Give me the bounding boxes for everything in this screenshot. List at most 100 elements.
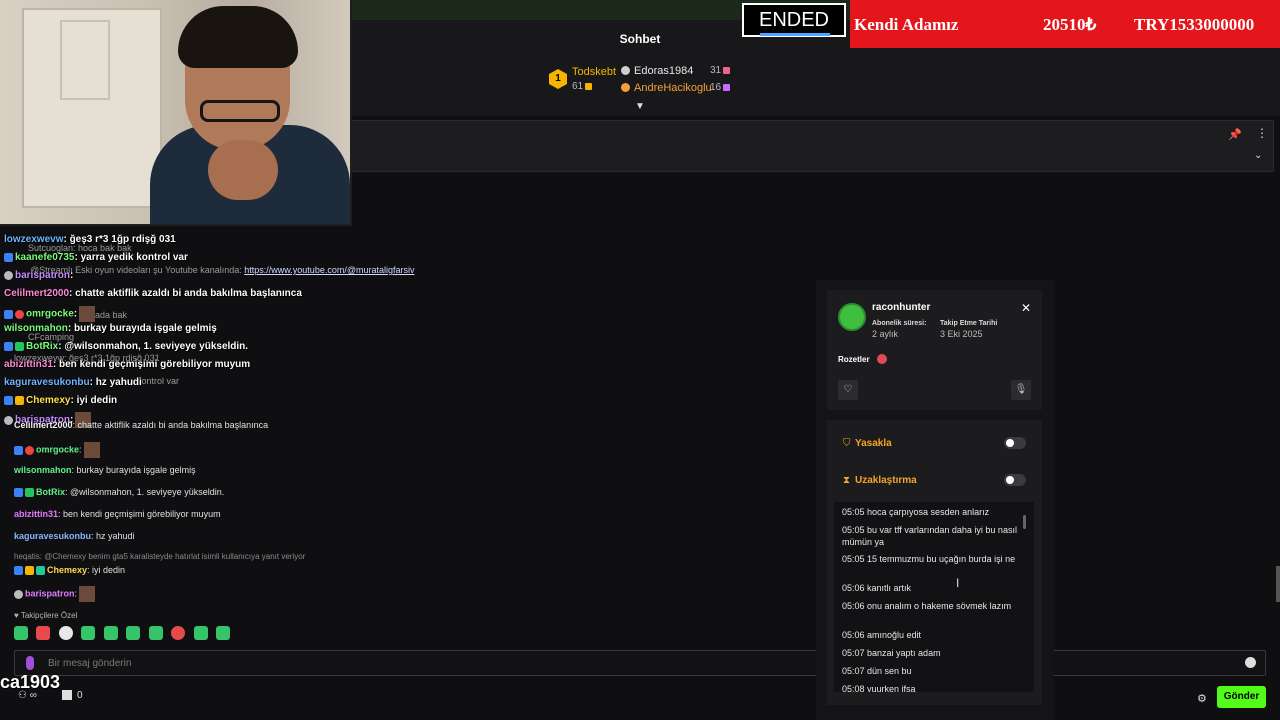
hourglass-icon: ⧗ (843, 475, 851, 486)
overlay-chat-line: abizittin31: ben kendi geçmişimi görebil… (4, 359, 250, 370)
users-icon[interactable]: ⚇ ∞ (18, 690, 37, 701)
overlay-chat-line: barispatron: (4, 270, 73, 281)
followers-only-text: Takipçilere Özel (20, 611, 78, 620)
crown-icon (25, 566, 34, 576)
heart-button[interactable]: ♡ (838, 380, 858, 400)
gift-icon (585, 82, 593, 90)
overlay-chat-line: BotRix: @wilsonmahon, 1. seviyeye yüksel… (4, 341, 248, 352)
username[interactable]: abizittin31 (14, 509, 58, 519)
emote-icon[interactable] (58, 626, 73, 640)
emote-icon (79, 586, 96, 602)
badge-icon (4, 415, 13, 425)
username[interactable]: BotRix (26, 341, 58, 352)
webcam-hand (208, 140, 278, 200)
history-scrollbar[interactable] (1023, 515, 1026, 529)
message-input[interactable] (14, 650, 1266, 676)
username[interactable]: omrgocke (26, 309, 74, 320)
username[interactable]: kaguravesukonbu (14, 531, 91, 541)
username[interactable]: abizittin31 (4, 359, 53, 370)
leader-third-name[interactable]: AndreHacikoglu (634, 82, 712, 94)
emote-icon[interactable] (103, 626, 118, 640)
followers-only-label: ♥ Takipçilere Özel (14, 611, 78, 620)
username[interactable]: BotRix (36, 487, 65, 497)
leader-second-name[interactable]: Edoras1984 (634, 65, 693, 77)
emote-icon[interactable] (193, 626, 208, 640)
gift-icon (723, 83, 731, 91)
send-button[interactable]: Gönder (1217, 686, 1266, 708)
ended-label: ENDED (742, 3, 846, 37)
emote-icon[interactable] (216, 626, 231, 640)
emoji-icon[interactable] (1245, 657, 1256, 668)
leader-first-name[interactable]: Todskebt (572, 66, 616, 78)
sword-icon (14, 488, 23, 498)
emote-bar (14, 626, 234, 642)
microphone-icon[interactable] (26, 656, 34, 670)
timeout-toggle[interactable] (1004, 474, 1026, 486)
page-scrollbar[interactable] (1276, 566, 1280, 602)
ban-toggle[interactable] (1004, 437, 1026, 449)
username[interactable]: barispatron (25, 588, 75, 598)
youtube-link[interactable]: https://www.youtube.com/@murataligfarsiv (244, 265, 414, 275)
expand-leaderboard-icon[interactable]: ▼ (634, 102, 646, 112)
chevron-down-icon[interactable]: ⌄ (1254, 150, 1262, 161)
timeout-label: Uzaklaştırma (855, 475, 917, 486)
stream-chat-screen: Sohbet ENDED Kendi Adamız 20510₺ TRY1533… (0, 0, 1280, 720)
leader-first-points: 61 (572, 81, 593, 92)
emote-icon[interactable] (171, 626, 186, 640)
history-item: 05:06 kanıtlı artık (842, 583, 912, 593)
history-item: 05:07 banzai yaptı adam (842, 648, 941, 658)
message-text: : yarra yedik kontrol var (74, 252, 188, 263)
ticker-item: TRY1533000000 (1134, 15, 1255, 34)
username[interactable]: wilsonmahon (14, 465, 72, 475)
username[interactable]: barispatron (15, 270, 70, 281)
bronze-badge-icon (621, 83, 630, 92)
ghost-text: kontrol var (137, 376, 180, 386)
subscription-value: 2 aylık (872, 329, 899, 339)
close-icon[interactable]: ✕ (1021, 301, 1031, 315)
message-text: : @wilsonmahon, 1. seviyeye yükseldin. (65, 487, 225, 497)
webcam-feed (0, 0, 352, 226)
username[interactable]: kaguravesukonbu (4, 377, 90, 388)
username[interactable]: wilsonmahon (4, 323, 68, 334)
viewer-count: 0 (77, 690, 83, 701)
ticker-item: 20510₺ (1043, 15, 1097, 34)
emote-icon[interactable] (148, 626, 163, 640)
sword-icon (4, 341, 13, 351)
message-placeholder[interactable]: Bir mesaj gönderin (48, 658, 131, 669)
chat-message: BotRix: @wilsonmahon, 1. seviyeye yüksel… (14, 487, 225, 498)
username[interactable]: Celilmert2000 (14, 420, 73, 430)
leader-second-points: 31 (710, 65, 731, 76)
ticker-banner: Kendi Adamız 20510₺ TRY1533000000 (850, 0, 1280, 48)
username[interactable]: lowzexwevw (4, 234, 63, 245)
emote-icon[interactable] (81, 626, 96, 640)
username[interactable]: Celilmert2000 (4, 288, 69, 299)
emote-icon[interactable] (126, 626, 141, 640)
verified-icon (15, 341, 24, 351)
emote-icon[interactable] (14, 626, 28, 640)
message-text: : ben kendi geçmişimi görebiliyor muyum (58, 509, 221, 519)
username[interactable]: Chemexy (47, 565, 87, 575)
history-item: 05:05 bu var tff varlarından daha iyi bu… (842, 525, 1017, 547)
ended-underline (760, 33, 830, 36)
username[interactable]: omrgocke (36, 444, 79, 454)
emote-icon (79, 306, 96, 322)
points-value: 16 (710, 82, 722, 93)
overlay-chat-line: kaanefe0735: yarra yedik kontrol var (4, 252, 188, 263)
username[interactable]: kaanefe0735 (15, 252, 75, 263)
gear-icon[interactable]: ⚙ (1197, 692, 1207, 705)
microphone-button[interactable]: 🎙 (1011, 380, 1031, 400)
message-text: : (74, 588, 78, 599)
emote-icon[interactable] (36, 626, 51, 640)
card-username[interactable]: raconhunter (872, 302, 930, 313)
message-history[interactable]: 05:05 hoca çarpıyosa sesden anlarız 05:0… (834, 502, 1034, 692)
verified-icon (25, 488, 34, 498)
pin-icon[interactable]: 📌 (1228, 128, 1242, 141)
chat-message: wilsonmahon: burkay burayıda işgale gelm… (14, 465, 196, 475)
text-cursor-icon: I (956, 576, 960, 590)
username[interactable]: Chemexy (26, 395, 70, 406)
more-options-icon[interactable]: ⋮ (1256, 126, 1268, 140)
ghost-text: @Streamlı Eski oyun videoları şu Youtube… (30, 265, 414, 275)
sword-icon (14, 566, 23, 576)
ghost-text: ada bak (95, 310, 128, 320)
message-text: : hz yahudi (89, 377, 142, 388)
